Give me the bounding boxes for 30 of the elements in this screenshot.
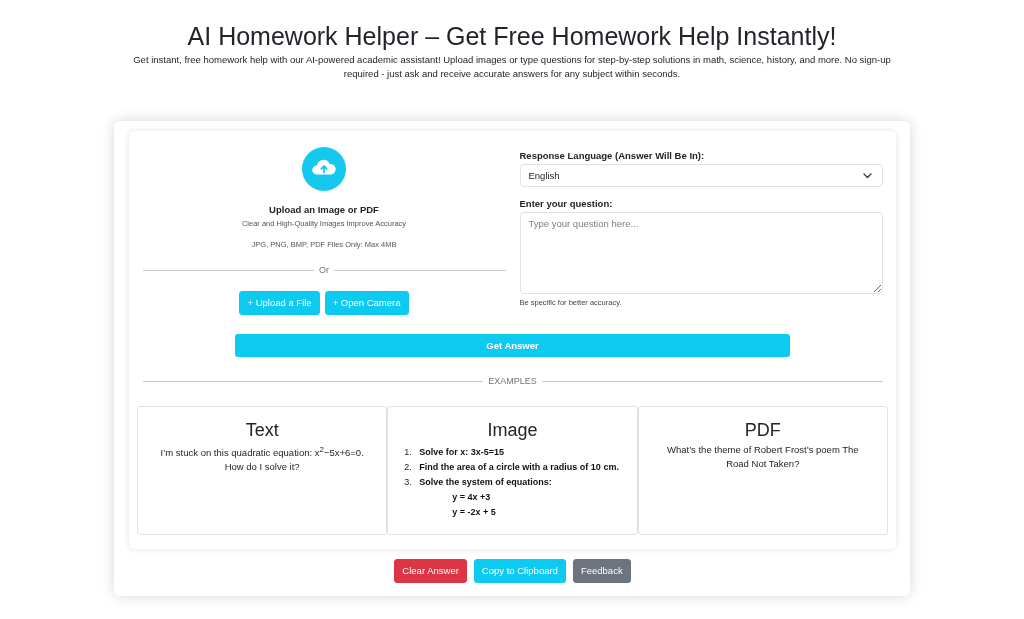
upload-title: Upload an Image or PDF [269, 204, 379, 216]
or-divider-label: Or [318, 264, 330, 276]
action-button[interactable]: Feedback [572, 559, 631, 583]
equation-line: y = 4x +3 [451, 491, 492, 504]
list-number: 2. [404, 461, 413, 474]
list-number: 1. [404, 446, 413, 459]
example-title: Text [245, 419, 279, 441]
example-text: What’s the theme of Robert Frost’s poem The Road Not Taken? [665, 443, 860, 471]
question-field[interactable]: Type your question here... [519, 212, 883, 294]
equation-line: y = -2x + 5 [451, 506, 497, 519]
get-answer-button[interactable]: Get Answer [235, 334, 790, 357]
question-label: Enter your question: [519, 198, 614, 210]
cloud-upload-icon [302, 147, 346, 191]
page-title: AI Homework Helper – Get Free Homework Help Instantly! [187, 21, 837, 51]
examples-heading: EXAMPLES [487, 375, 538, 387]
action-button[interactable]: Clear Answer [394, 559, 467, 583]
action-button[interactable]: Copy to Clipboard [473, 559, 566, 583]
example-question: Solve for x: 3x-5=15 [419, 446, 505, 459]
example-question: Solve the system of equations: [419, 476, 552, 489]
example-title: Image [487, 419, 538, 441]
chevron-down-icon [862, 172, 872, 179]
upload-option-button[interactable]: + Open Camera [324, 291, 409, 315]
language-select[interactable]: English [519, 164, 883, 187]
upload-option-button[interactable]: + Upload a File [239, 291, 320, 315]
example-title: PDF [744, 419, 781, 441]
language-label: Response Language (Answer Will Be In): [519, 150, 706, 162]
list-number: 3. [404, 476, 413, 489]
example-text: I’m stuck on this quadratic equation: x$^{2}$−5x+6=0. How do I solve it? [159, 444, 365, 475]
example-question: Find the area of a circle with a radius of 10 cm. [419, 461, 619, 474]
page-description: Get instant, free homework help with our AI-powered academic assistant! Upload images or type questions for step-by-step solutions in math, science, history, and more. No sign-up required - just ask and receive accurate answers for any subject within seconds. [132, 53, 892, 81]
